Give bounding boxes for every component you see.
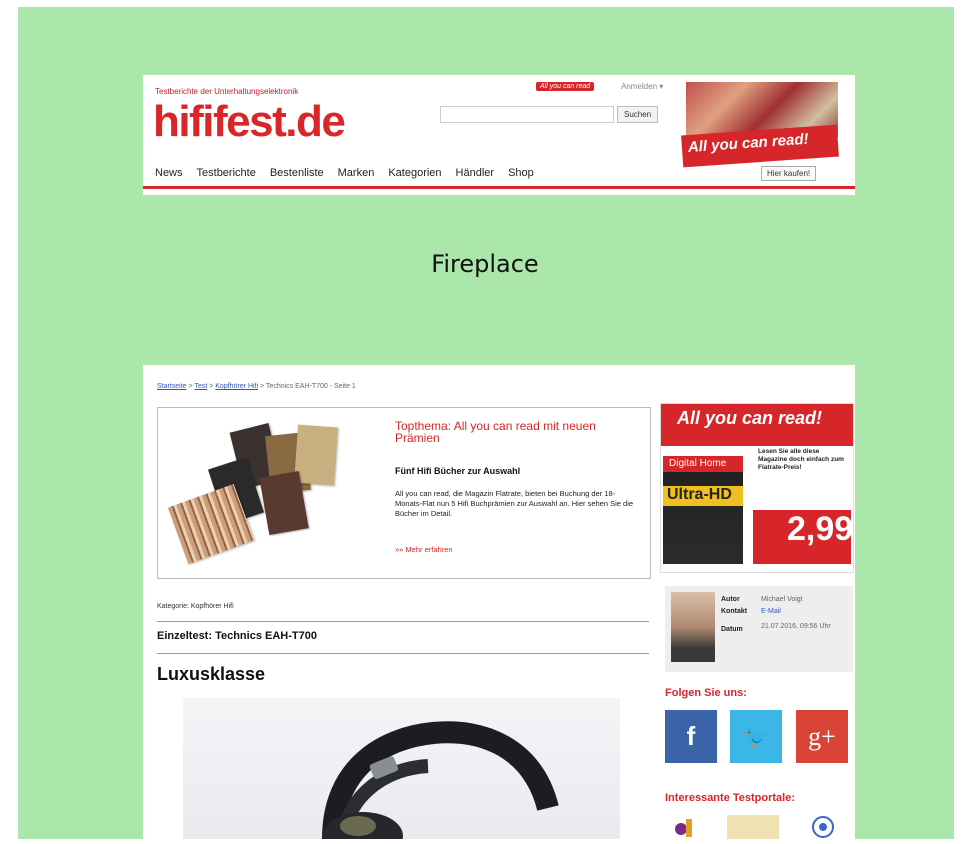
- buy-here-button[interactable]: Hier kaufen!: [761, 166, 817, 181]
- contact-email-link[interactable]: E-Mail: [761, 608, 781, 615]
- google-plus-button[interactable]: g+: [796, 710, 848, 763]
- nav-item-testberichte[interactable]: Testberichte: [197, 167, 256, 179]
- portal-logo[interactable]: [727, 815, 779, 839]
- article-category: Kategorie: Kopfhörer Hifi: [157, 603, 234, 610]
- author-box: Autor Michael Voigt Kontakt E-Mail Datum…: [665, 586, 853, 672]
- breadcrumb-category[interactable]: Kopfhörer Hifi: [215, 383, 258, 390]
- test-title: Einzeltest: Technics EAH-T700: [157, 630, 317, 642]
- portal-icon: [812, 816, 834, 838]
- author-avatar: [671, 592, 715, 662]
- breadcrumb-home[interactable]: Startseite: [157, 383, 187, 390]
- site-header: Testberichte der Unterhaltungselektronik…: [143, 75, 855, 195]
- nav-item-shop[interactable]: Shop: [508, 167, 534, 179]
- book-cover: [294, 424, 338, 486]
- books-image: [167, 422, 366, 565]
- author-label: Autor: [721, 596, 740, 603]
- sidebar-ad[interactable]: All you can read! Digital Home Ultra-HD …: [660, 403, 854, 573]
- topthema-subtitle: Fünf Hifi Bücher zur Auswahl: [395, 466, 521, 476]
- content-area: Startseite > Test > Kopfhörer Hifi > Tec…: [143, 365, 855, 839]
- search-button[interactable]: Suchen: [617, 106, 659, 123]
- nav-item-haendler[interactable]: Händler: [456, 167, 495, 179]
- facebook-button[interactable]: f: [665, 710, 717, 763]
- follow-us-title: Folgen Sie uns:: [665, 687, 747, 699]
- site-tagline: Testberichte der Unterhaltungselektronik: [155, 87, 299, 96]
- search-input[interactable]: [440, 106, 614, 123]
- topthema-box[interactable]: Topthema: All you can read mit neuen Prä…: [157, 407, 651, 579]
- portal-icon: [675, 819, 692, 837]
- nav-item-bestenliste[interactable]: Bestenliste: [270, 167, 324, 179]
- author-name: Michael Voigt: [761, 596, 803, 603]
- price-badge: 2,99: [753, 510, 854, 564]
- price-value: 2,99: [787, 510, 854, 548]
- topthema-text: All you can read, die Magazin Flatrate, …: [395, 489, 634, 518]
- divider: [157, 653, 649, 654]
- twitter-button[interactable]: 🐦: [730, 710, 782, 763]
- test-portals-title: Interessante Testportale:: [665, 792, 796, 804]
- article-date: 21.07.2016, 09:56 Uhr: [761, 623, 831, 630]
- headphone-illustration: [322, 721, 559, 839]
- sidebar-ad-title: All you can read!: [677, 408, 823, 428]
- login-link[interactable]: Anmelden ▾: [621, 82, 663, 91]
- date-label: Datum: [721, 626, 743, 633]
- nav-item-news[interactable]: News: [155, 167, 183, 179]
- magazine-badge: Ultra-HD: [663, 486, 743, 506]
- topthema-title[interactable]: Topthema: All you can read mit neuen Prä…: [395, 420, 635, 444]
- nav-item-marken[interactable]: Marken: [338, 167, 375, 179]
- breadcrumb-test[interactable]: Test: [194, 383, 207, 390]
- contact-label: Kontakt: [721, 608, 748, 615]
- topthema-more-link[interactable]: »» Mehr erfahren: [395, 545, 453, 554]
- sidebar-ad-text: Lesen Sie alle diese Magazine doch einfa…: [758, 448, 844, 471]
- magazine-cover: Digital Home Ultra-HD: [663, 456, 743, 564]
- main-nav: News Testberichte Bestenliste Marken Kat…: [155, 167, 534, 179]
- header-ad-banner[interactable]: All you can read!: [681, 82, 839, 172]
- article-headline: Luxusklasse: [157, 664, 266, 684]
- headphone-photo: [183, 698, 620, 839]
- breadcrumb-current: Technics EAH-T700 - Seite 1: [265, 383, 356, 390]
- nav-item-kategorien[interactable]: Kategorien: [388, 167, 441, 179]
- breadcrumb: Startseite > Test > Kopfhörer Hifi > Tec…: [157, 383, 356, 390]
- portal-logo[interactable]: [811, 815, 835, 839]
- sidebar-ad-header: All you can read!: [661, 404, 853, 446]
- portal-logo[interactable]: [673, 815, 697, 839]
- site-logo[interactable]: hififest.de: [153, 97, 346, 147]
- header-divider: [143, 186, 855, 189]
- divider: [157, 621, 649, 622]
- all-you-can-read-badge[interactable]: All you can read: [536, 82, 595, 91]
- magazine-title: Digital Home: [669, 458, 727, 469]
- fireplace-label: Fireplace: [431, 250, 539, 278]
